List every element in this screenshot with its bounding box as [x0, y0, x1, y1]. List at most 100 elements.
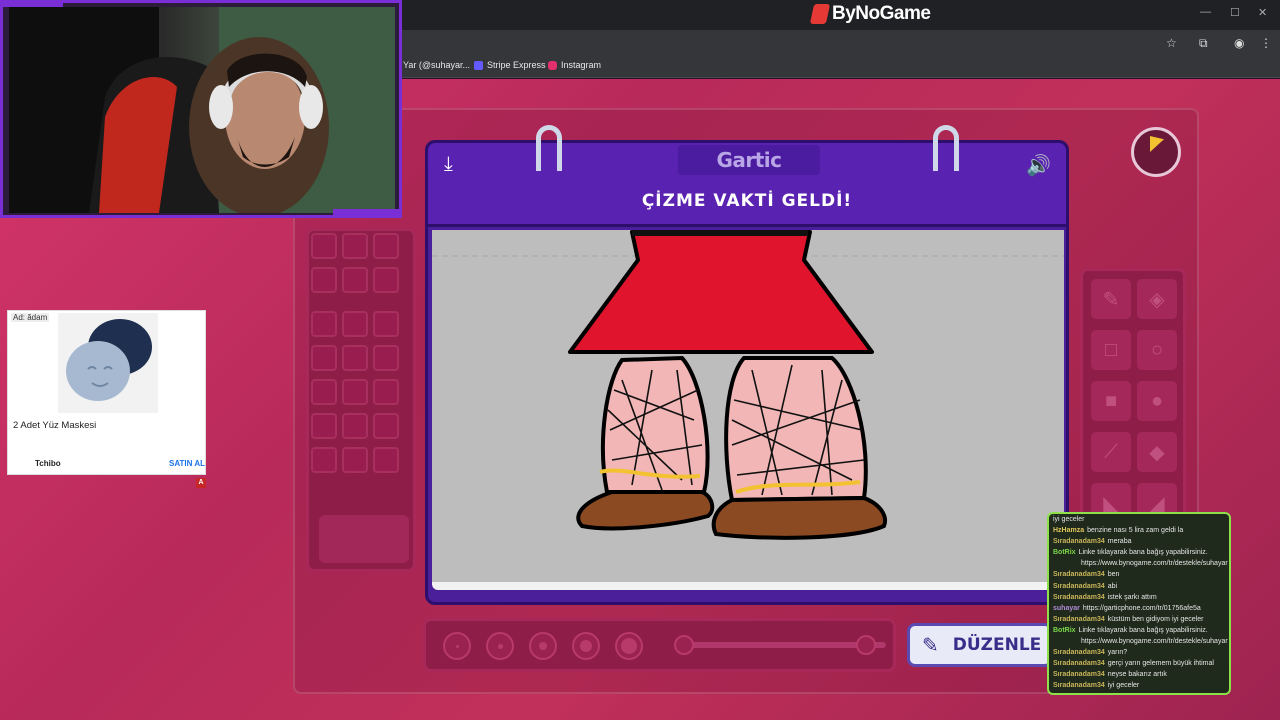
chat-username[interactable]: Sıradanadam34 — [1053, 571, 1105, 578]
bookmark-item[interactable]: Stripe Express — [474, 60, 546, 70]
site-logo[interactable]: ByNoGame — [809, 2, 931, 26]
palette-color-cell[interactable] — [373, 267, 399, 293]
profile-icon[interactable]: ◉ — [1234, 36, 1244, 50]
close-icon[interactable]: ✕ — [1258, 6, 1267, 19]
stream-chat: iyi geceler HzHamza benzine nası 5 lira za… — [1047, 512, 1231, 695]
chat-text: küstüm ben gidiyom iyi geceler — [1107, 615, 1204, 623]
star-icon[interactable]: ☆ — [1166, 36, 1177, 50]
maximize-icon[interactable]: ☐ — [1230, 6, 1240, 19]
eraser-icon[interactable]: ◈ — [1137, 279, 1177, 319]
chat-username[interactable]: BotRix — [1053, 627, 1076, 634]
bynogame-logo-icon — [809, 4, 831, 24]
palette-color-cell[interactable] — [373, 413, 399, 439]
chat-text: istek şarkı attım — [1107, 593, 1157, 601]
palette-color-cell[interactable] — [373, 345, 399, 371]
chat-text: https://www.bynogame.com/tr/destekle/suh… — [1081, 638, 1228, 646]
palette-color-cell[interactable] — [311, 311, 337, 337]
slider-min-knob[interactable] — [674, 635, 694, 655]
ad-tag: Ad: ădam — [11, 313, 50, 322]
extensions-icon[interactable]: ⧉ — [1199, 36, 1208, 51]
chat-username[interactable]: Sıradanadam34 — [1053, 660, 1105, 667]
chat-text: yarın? — [1107, 649, 1128, 657]
brush-size-1[interactable] — [443, 632, 471, 660]
brush-size-3[interactable] — [529, 632, 557, 660]
round-timer — [1131, 127, 1181, 177]
chat-username[interactable]: Sıradanadam34 — [1053, 616, 1105, 623]
minimize-icon[interactable]: — — [1200, 6, 1211, 18]
ad-badge: A — [196, 478, 206, 488]
chat-text: https://garticphone.com/tr/01756afe5a — [1082, 604, 1201, 612]
frame-corner — [333, 209, 399, 215]
chat-username[interactable]: Sıradanadam34 — [1053, 583, 1105, 590]
bookmark-label: Instagram — [561, 60, 602, 70]
chat-list: iyi geceler HzHamza benzine nası 5 lira za… — [1053, 514, 1228, 692]
drawing-canvas[interactable] — [432, 230, 1064, 590]
circle-outline-icon[interactable]: ○ — [1137, 330, 1177, 370]
chat-text: Linke tıklayarak bana bağış yapabilirsin… — [1078, 626, 1208, 634]
palette-color-cell[interactable] — [373, 379, 399, 405]
ad-banner[interactable]: Ad: ădam 2 Adet Yüz Maskesi Tchibo SATIN… — [7, 310, 206, 475]
chat-text: Linke tıklayarak bana bağış yapabilirsin… — [1078, 549, 1208, 557]
brush-size-5[interactable] — [615, 632, 643, 660]
slider-max-knob[interactable] — [856, 635, 876, 655]
bookmark-item[interactable]: Instagram — [548, 60, 601, 70]
palette-color-cell[interactable] — [311, 413, 337, 439]
color-palette — [306, 228, 416, 572]
palette-color-cell[interactable] — [311, 379, 337, 405]
chat-text: ben — [1107, 571, 1120, 579]
chat-username[interactable]: Sıradanadam34 — [1053, 594, 1105, 601]
palette-color-cell[interactable] — [342, 379, 368, 405]
chat-message: BotRix Linke tıklayarak bana bağış yapabi… — [1053, 547, 1225, 558]
selected-color-swatch[interactable] — [319, 515, 409, 563]
edit-button-label: DÜZENLE — [952, 635, 1042, 655]
palette-color-cell[interactable] — [311, 233, 337, 259]
line-icon[interactable]: ⟋ — [1091, 432, 1131, 472]
drawing-card: Gartic ⤓ 🔊 ÇİZME VAKTİ GELDİ! — [425, 125, 1069, 605]
brush-size-4[interactable] — [572, 632, 600, 660]
chat-message: Sıradanadam34 küstüm ben gidiyom iyi gece… — [1053, 614, 1225, 625]
palette-color-cell[interactable] — [342, 233, 368, 259]
pencil-icon[interactable]: ✎ — [1091, 279, 1131, 319]
chat-username[interactable]: BotRix — [1053, 549, 1076, 556]
edit-button[interactable]: ✎ DÜZENLE — [907, 623, 1053, 667]
download-icon[interactable]: ⤓ — [444, 153, 453, 176]
binder-ring — [933, 125, 959, 171]
brush-size-2[interactable] — [486, 632, 514, 660]
chat-message: iyi geceler — [1053, 514, 1225, 525]
chat-username[interactable]: Sıradanadam34 — [1053, 671, 1105, 678]
chat-username[interactable]: HzHamza — [1053, 527, 1084, 534]
rectangle-outline-icon[interactable]: □ — [1091, 330, 1131, 370]
palette-color-cell[interactable] — [342, 413, 368, 439]
palette-color-cell[interactable] — [342, 345, 368, 371]
chat-username[interactable]: Sıradanadam34 — [1053, 649, 1105, 656]
menu-icon[interactable]: ⋮ — [1260, 36, 1272, 50]
ad-brand: Tchibo — [35, 459, 61, 468]
palette-color-cell[interactable] — [373, 233, 399, 259]
fill-bucket-icon[interactable]: ◆ — [1137, 432, 1177, 472]
product-image — [58, 313, 158, 413]
timer-wedge — [1150, 136, 1164, 152]
chat-text: meraba — [1107, 538, 1132, 546]
bookmark-item[interactable]: Yar (@suhayar... — [403, 60, 470, 70]
palette-color-cell[interactable] — [373, 311, 399, 337]
chat-username[interactable]: Sıradanadam34 — [1053, 538, 1105, 545]
palette-color-cell[interactable] — [311, 345, 337, 371]
chat-text: neyse bakarız artık — [1107, 671, 1167, 679]
palette-color-cell[interactable] — [342, 267, 368, 293]
chat-username[interactable]: suhayar — [1053, 605, 1080, 612]
rectangle-fill-icon[interactable]: ■ — [1091, 381, 1131, 421]
circle-fill-icon[interactable]: ● — [1137, 381, 1177, 421]
palette-color-cell[interactable] — [342, 311, 368, 337]
chat-username[interactable]: Sıradanadam34 — [1053, 682, 1105, 689]
palette-color-cell[interactable] — [311, 267, 337, 293]
palette-color-cell[interactable] — [311, 447, 337, 473]
page-title: ÇİZME VAKTİ GELDİ! — [641, 191, 853, 211]
chat-message: https://www.bynogame.com/tr/destekle/suh… — [1053, 558, 1228, 569]
chat-text: gerçi yarın gelemem büyük ihtimal — [1107, 660, 1214, 668]
palette-color-cell[interactable] — [373, 447, 399, 473]
palette-color-cell[interactable] — [342, 447, 368, 473]
binder-ring — [536, 125, 562, 171]
chat-message: https://www.bynogame.com/tr/destekle/suh… — [1053, 636, 1228, 647]
sound-icon[interactable]: 🔊 — [1026, 153, 1051, 178]
ad-cta-button[interactable]: SATIN AL — [169, 459, 205, 468]
